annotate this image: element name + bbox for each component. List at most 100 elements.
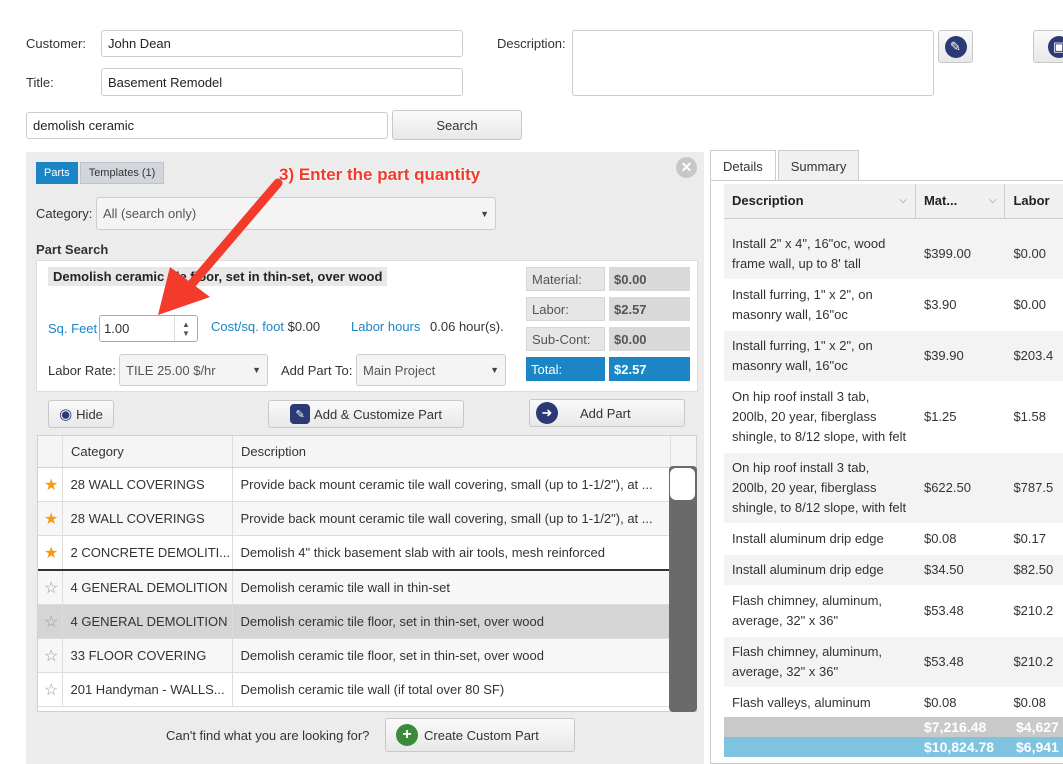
star-icon[interactable]: ★ (38, 468, 63, 502)
search-input[interactable]: demolish ceramic (26, 112, 388, 139)
parts-table-body: ★ 28 WALL COVERINGS Provide back mount c… (38, 468, 671, 707)
hide-button[interactable]: ◉ Hide (48, 400, 114, 428)
total-value: $2.57 (609, 357, 690, 381)
row-labor: $0.17 (1013, 531, 1046, 546)
row-description: Install furring, 1" x 2", on masonry wal… (732, 338, 873, 373)
title-field[interactable]: Basement Remodel (101, 68, 463, 96)
row-description: Install aluminum drip edge (732, 562, 884, 577)
totals-labor: $4,627 (1016, 719, 1059, 735)
labor-rate-value: TILE 25.00 $/hr (126, 362, 216, 378)
chevron-down-icon: ▼ (490, 365, 499, 375)
cant-find-text: Can't find what you are looking for? (166, 728, 370, 743)
material-row: Material: $0.00 (526, 267, 690, 291)
category-label: Category: (36, 206, 93, 221)
star-outline-icon[interactable]: ☆ (38, 570, 63, 605)
row-description: Demolish ceramic tile wall (if total ove… (232, 672, 671, 707)
material-value: $0.00 (609, 267, 690, 291)
edit-button[interactable]: ✎ (938, 30, 973, 63)
labor-value: $2.57 (609, 297, 690, 321)
arrow-right-icon: ➜ (536, 402, 558, 424)
table-row[interactable]: Flash valleys, aluminum $0.08 $0.08 (724, 688, 1063, 719)
qty-label: Sq. Feet (48, 321, 98, 336)
add-customize-button[interactable]: ✎ Add & Customize Part (268, 400, 464, 428)
column-header-material[interactable]: Mat... ⌵ (916, 184, 1006, 218)
add-to-select[interactable]: Main Project ▼ (356, 354, 506, 386)
row-description: Provide back mount ceramic tile wall cov… (232, 468, 671, 502)
cost-value: $0.00 (287, 319, 321, 334)
table-row[interactable]: ★ 28 WALL COVERINGS Provide back mount c… (38, 501, 671, 536)
star-icon[interactable]: ★ (38, 501, 63, 536)
table-row[interactable]: Install aluminum drip edge $0.08 $0.17 (724, 524, 1063, 555)
part-search-heading: Part Search (36, 242, 109, 257)
tab-parts[interactable]: Parts (36, 162, 78, 184)
subcont-label: Sub-Cont: (526, 327, 605, 351)
pencil-icon: ✎ (944, 35, 967, 58)
star-outline-icon[interactable]: ☆ (38, 672, 63, 707)
add-customize-label: Add & Customize Part (314, 406, 442, 422)
column-header-description[interactable]: Description (233, 436, 671, 467)
details-table: Description ⌵ Mat... ⌵ Labor Install 2" … (724, 184, 1063, 760)
save-button[interactable]: ▣ (1033, 30, 1063, 63)
column-header-labor[interactable]: Labor (1005, 184, 1063, 218)
table-row[interactable]: Install aluminum drip edge $34.50 $82.50 (724, 555, 1063, 586)
create-custom-label: Create Custom Part (424, 727, 539, 743)
table-row[interactable]: ★ 2 CONCRETE DEMOLITI... Demolish 4" thi… (38, 535, 671, 571)
labor-label: Labor: (526, 297, 605, 321)
row-material: $0.08 (923, 695, 957, 710)
table-row[interactable]: On hip roof install 3 tab, 200lb, 20 yea… (724, 382, 1063, 453)
row-material: $53.48 (923, 603, 964, 618)
row-labor: $1.58 (1013, 409, 1046, 424)
grand-totals-material: $10,824.78 (924, 739, 995, 755)
row-labor: $203.4 (1013, 348, 1054, 363)
search-button[interactable]: Search (392, 110, 522, 140)
column-header-description[interactable]: Description ⌵ (724, 184, 916, 218)
subcont-row: Sub-Cont: $0.00 (526, 327, 690, 351)
cost-summary: Material: $0.00 Labor: $2.57 Sub-Cont: $… (526, 267, 690, 381)
table-row[interactable]: Install furring, 1" x 2", on masonry wal… (724, 280, 1063, 331)
labor-hours-unit: hour(s). (458, 319, 504, 334)
totals-row: $7,216.48 $4,627 (724, 717, 1063, 737)
table-row[interactable]: ☆ 4 GENERAL DEMOLITION Demolish ceramic … (38, 570, 671, 605)
row-material: $622.50 (923, 480, 971, 495)
table-row[interactable]: ★ 28 WALL COVERINGS Provide back mount c… (38, 468, 671, 502)
table-row[interactable]: Install 2" x 4", 16"oc, wood frame wall,… (724, 229, 1063, 280)
table-row[interactable]: Flash chimney, aluminum, average, 32" x … (724, 637, 1063, 688)
customer-field[interactable]: John Dean (101, 30, 463, 57)
star-outline-icon[interactable]: ☆ (38, 638, 63, 673)
star-outline-icon[interactable]: ☆ (38, 604, 63, 639)
description-label: Description: (497, 36, 566, 51)
table-row-selected[interactable]: ☆ 4 GENERAL DEMOLITION Demolish ceramic … (38, 604, 671, 639)
close-icon[interactable]: ✕ (676, 157, 697, 178)
labor-rate-select[interactable]: TILE 25.00 $/hr ▼ (119, 354, 268, 386)
table-scrollbar[interactable] (669, 466, 697, 712)
star-icon[interactable]: ★ (38, 535, 63, 571)
add-to-value: Main Project (363, 362, 436, 378)
column-header-category[interactable]: Category (63, 436, 233, 467)
table-row[interactable]: Flash chimney, aluminum, average, 32" x … (724, 586, 1063, 637)
row-description: On hip roof install 3 tab, 200lb, 20 yea… (732, 460, 907, 515)
row-description: Provide back mount ceramic tile wall cov… (232, 501, 671, 536)
description-field[interactable] (572, 30, 934, 96)
tab-summary[interactable]: Summary (777, 150, 860, 182)
row-description: Demolish ceramic tile floor, set in thin… (232, 638, 671, 673)
scrollbar-thumb[interactable] (670, 468, 695, 500)
tab-details[interactable]: Details (710, 150, 776, 181)
parts-table: Category Description ★ 28 WALL COVERINGS… (37, 435, 697, 712)
table-row[interactable]: Install furring, 1" x 2", on masonry wal… (724, 331, 1063, 382)
create-custom-part-button[interactable]: + Create Custom Part (385, 718, 575, 752)
table-row[interactable]: ☆ 33 FLOOR COVERING Demolish ceramic til… (38, 638, 671, 673)
row-description: Flash valleys, aluminum (732, 695, 871, 710)
eye-slash-icon: ◉ (59, 406, 73, 423)
row-labor: $82.50 (1013, 562, 1054, 577)
row-labor: $0.08 (1013, 695, 1046, 710)
row-category: 4 GENERAL DEMOLITION (62, 604, 233, 639)
table-row[interactable]: On hip roof install 3 tab, 200lb, 20 yea… (724, 453, 1063, 524)
grand-totals-row: $10,824.78 $6,941 (724, 737, 1063, 757)
labor-row: Labor: $2.57 (526, 297, 690, 321)
row-description: On hip roof install 3 tab, 200lb, 20 yea… (732, 389, 907, 444)
labor-hours-value: 0.06 (430, 319, 456, 334)
row-labor: $210.2 (1013, 603, 1054, 618)
add-part-button[interactable]: ➜ Add Part (529, 399, 685, 427)
table-row[interactable]: ☆ 201 Handyman - WALLS... Demolish ceram… (38, 672, 671, 707)
chevron-down-icon: ⌵ (988, 195, 997, 206)
